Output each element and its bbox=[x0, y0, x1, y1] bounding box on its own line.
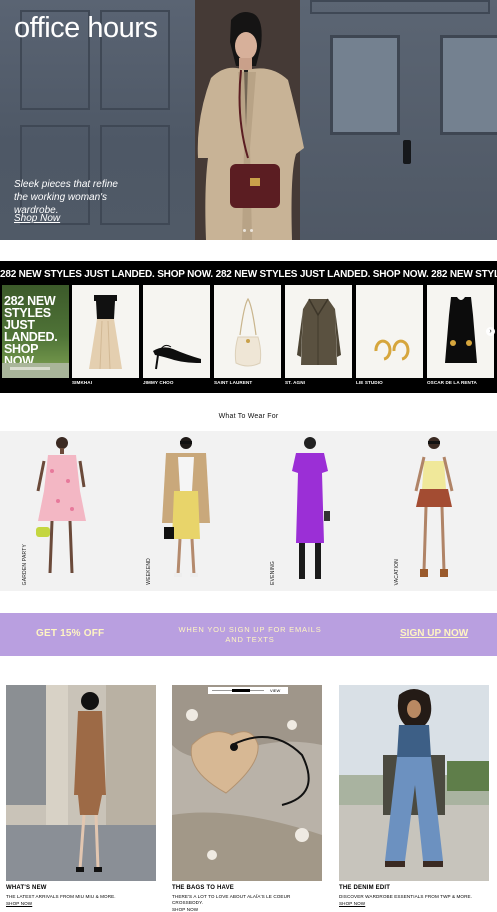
look-label: WEEKEND bbox=[146, 558, 152, 585]
view-label: VIEW bbox=[270, 688, 281, 693]
hero-shop-now-link[interactable]: Shop Now bbox=[14, 213, 60, 224]
card-shop-now-link[interactable]: SHOP NOW bbox=[172, 907, 198, 912]
what-to-wear-looks: GARDEN PARTY WEEKEND EVENING VACATION bbox=[0, 431, 497, 591]
scrubber-thumb[interactable] bbox=[232, 689, 250, 692]
hero-model-image bbox=[197, 12, 304, 240]
brand-label[interactable]: ST. AGNI bbox=[285, 380, 305, 385]
carousel-dot[interactable] bbox=[250, 229, 253, 232]
look-evening[interactable]: EVENING bbox=[248, 431, 372, 591]
model-street-image bbox=[6, 685, 156, 881]
hero-subtitle: Sleek pieces that refine the working wom… bbox=[14, 179, 118, 216]
card-image[interactable] bbox=[339, 685, 489, 881]
brand-label[interactable]: OSCAR DE LA RENTA bbox=[427, 380, 477, 385]
earrings-icon bbox=[374, 339, 410, 361]
product-card-lie-studio[interactable] bbox=[356, 285, 423, 378]
email-signup-banner[interactable]: GET 15% OFF WHEN YOU SIGN UP FOR EMAILS … bbox=[0, 613, 497, 656]
card-description: THE LATEST ARRIVALS FROM MIU MIU & MORE. bbox=[6, 894, 116, 899]
carousel-dots[interactable] bbox=[243, 229, 253, 232]
dress-icon bbox=[89, 295, 122, 370]
card-shop-now-link[interactable]: SHOP NOW bbox=[6, 901, 32, 906]
look-vacation[interactable]: VACATION bbox=[372, 431, 496, 591]
shoe-icon bbox=[153, 344, 201, 370]
new-arrivals-band: 282 NEW STYLES JUST LANDED. SHOP NOW. 28… bbox=[0, 261, 497, 393]
brand-label[interactable]: SIMKHAI bbox=[72, 380, 92, 385]
product-card-st-agni[interactable] bbox=[285, 285, 352, 378]
chevron-right-icon[interactable]: › bbox=[486, 327, 495, 336]
product-card-oscar-de-la-renta[interactable] bbox=[427, 285, 494, 378]
brand-label[interactable]: JIMMY CHOO bbox=[143, 380, 174, 385]
denim-model-image bbox=[339, 685, 489, 881]
card-title[interactable]: WHAT'S NEW bbox=[6, 885, 47, 891]
card-title[interactable]: THE BAGS TO HAVE bbox=[172, 885, 234, 891]
bag-icon bbox=[234, 297, 262, 367]
card-title[interactable]: THE DENIM EDIT bbox=[339, 885, 390, 891]
coat-icon bbox=[297, 298, 341, 365]
brand-label[interactable]: SAINT LAURENT bbox=[214, 380, 252, 385]
model-image bbox=[414, 437, 454, 577]
look-label: GARDEN PARTY bbox=[22, 543, 28, 585]
image-view-scrubber[interactable]: VIEW bbox=[208, 687, 288, 694]
hero-title: office hours bbox=[14, 12, 158, 44]
hero-background-door-right bbox=[300, 0, 497, 240]
carousel-dot[interactable] bbox=[243, 229, 246, 232]
card-description: DISCOVER WARDROBE ESSENTIALS FROM TWP & … bbox=[339, 894, 473, 899]
product-card-saint-laurent[interactable] bbox=[214, 285, 281, 378]
dress-icon bbox=[445, 297, 477, 363]
look-weekend[interactable]: WEEKEND bbox=[124, 431, 248, 591]
card-image[interactable]: VIEW bbox=[172, 685, 322, 881]
signup-message: WHEN YOU SIGN UP FOR EMAILS AND TEXTS bbox=[178, 625, 322, 644]
product-card-simkhai[interactable] bbox=[72, 285, 139, 378]
what-to-wear-heading: What To Wear For bbox=[218, 413, 279, 420]
look-label: VACATION bbox=[394, 558, 400, 585]
heart-bag-image bbox=[172, 685, 322, 881]
new-styles-marquee[interactable]: 282 NEW STYLES JUST LANDED. SHOP NOW. 28… bbox=[0, 265, 497, 285]
card-description: THERE'S A LOT TO LOVE ABOUT ALAÏA'S LE C… bbox=[172, 894, 291, 905]
new-styles-promo-tile[interactable]: 282 NEW STYLES JUST LANDED. SHOP NOW. bbox=[2, 285, 69, 378]
discount-offer: GET 15% OFF bbox=[36, 628, 105, 639]
card-image[interactable] bbox=[6, 685, 156, 881]
model-image bbox=[292, 437, 330, 579]
landscape-image bbox=[2, 363, 69, 378]
sign-up-now-link[interactable]: SIGN UP NOW bbox=[400, 628, 468, 639]
look-garden-party[interactable]: GARDEN PARTY bbox=[0, 431, 124, 591]
model-image bbox=[36, 437, 86, 574]
brand-label[interactable]: LIE STUDIO bbox=[356, 380, 383, 385]
product-card-jimmy-choo[interactable] bbox=[143, 285, 210, 378]
door-handle bbox=[403, 140, 411, 164]
model-image bbox=[162, 437, 210, 577]
card-shop-now-link[interactable]: SHOP NOW bbox=[339, 901, 365, 906]
look-label: EVENING bbox=[270, 561, 276, 585]
hero-banner[interactable]: office hours Sleek pieces that refine th… bbox=[0, 0, 497, 240]
